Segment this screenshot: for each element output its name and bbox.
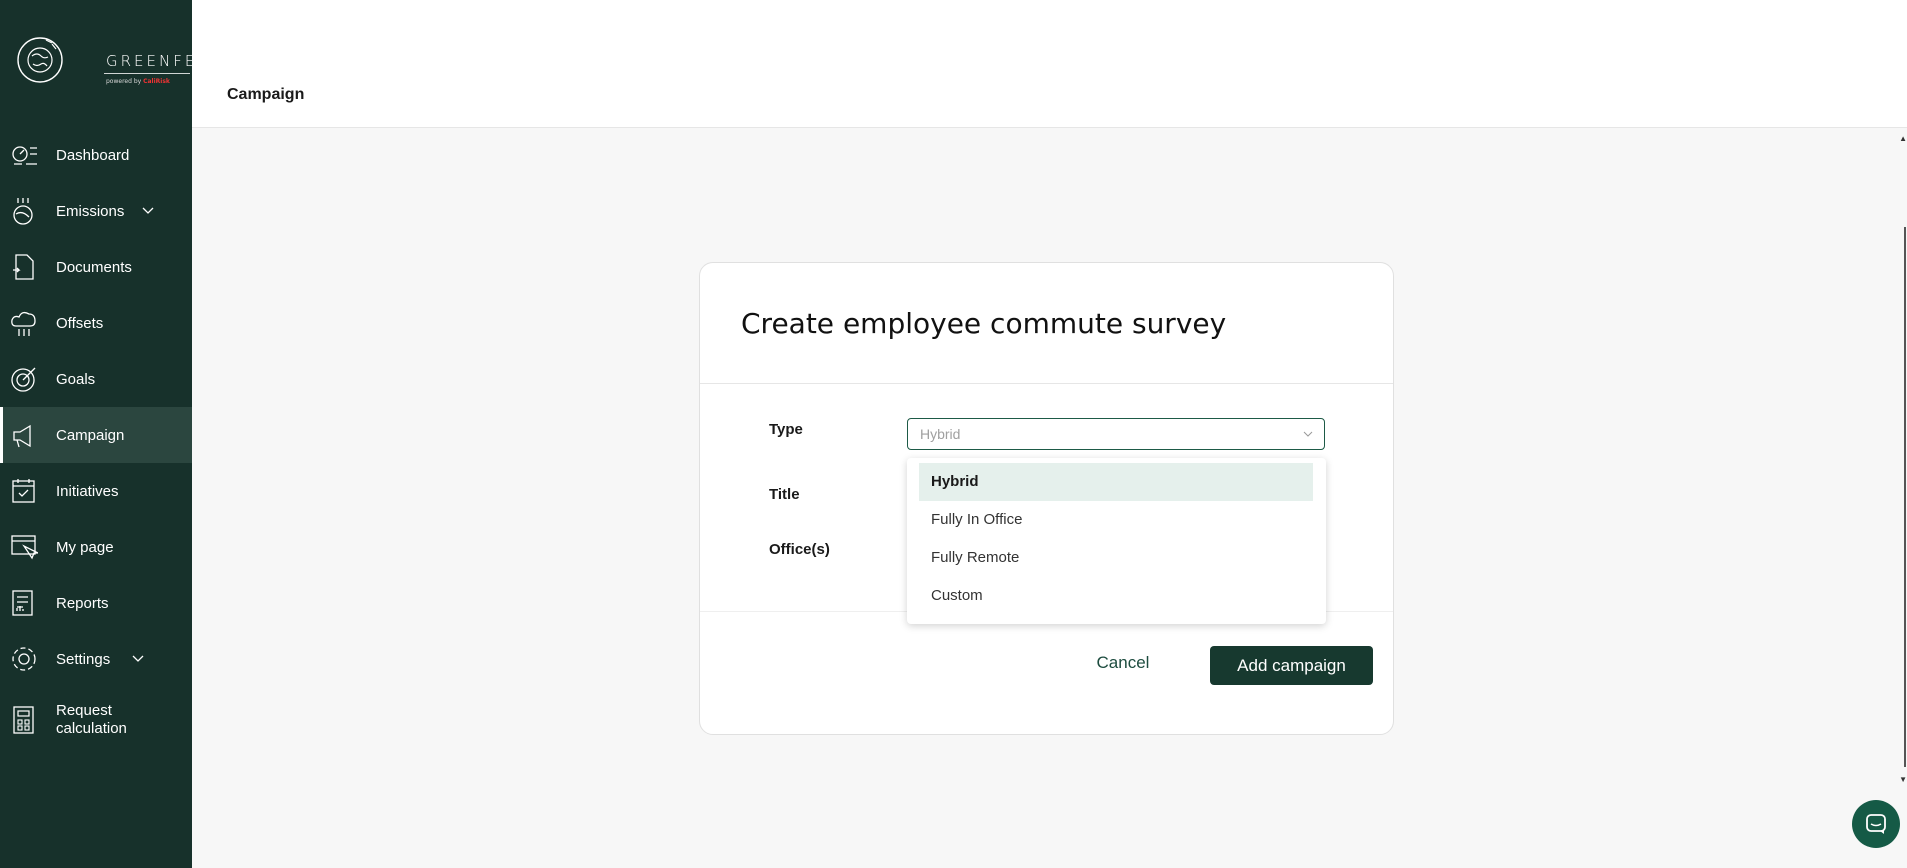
chevron-down-icon bbox=[1303, 431, 1313, 437]
megaphone-icon bbox=[13, 424, 31, 448]
sidebar-item-initiatives[interactable]: Initiatives bbox=[0, 463, 192, 519]
target-icon bbox=[11, 367, 36, 392]
sidebar-item-label: Initiatives bbox=[56, 482, 119, 500]
browser-cursor-icon bbox=[11, 535, 38, 560]
create-survey-modal: Create employee commute survey Type Hybr… bbox=[699, 262, 1394, 735]
sidebar-item-label: Dashboard bbox=[56, 146, 130, 164]
brand-divider bbox=[104, 73, 190, 74]
sidebar-item-emissions[interactable]: Emissions bbox=[0, 183, 192, 239]
sidebar-item-label: Campaign bbox=[56, 426, 125, 444]
sidebar-item-label: Reports bbox=[56, 594, 109, 612]
sidebar: GREENFEET powered by CaliRisk Dashboard … bbox=[0, 0, 219, 868]
sidebar-item-label: Emissions bbox=[56, 202, 125, 220]
chevron-down-icon[interactable] bbox=[131, 651, 145, 665]
scroll-down-arrow-icon[interactable]: ▼ bbox=[1899, 775, 1907, 784]
scrollbar-thumb[interactable] bbox=[1904, 227, 1906, 767]
add-campaign-button[interactable]: Add campaign bbox=[1210, 646, 1373, 685]
page-title: Campaign bbox=[227, 86, 305, 103]
report-icon bbox=[12, 590, 33, 616]
sidebar-item-label: My page bbox=[56, 538, 114, 556]
sidebar-item-reports[interactable]: Reports bbox=[0, 575, 192, 631]
dropdown-option-custom[interactable]: Custom bbox=[919, 577, 1313, 615]
sidebar-item-dashboard[interactable]: Dashboard bbox=[0, 127, 192, 183]
sidebar-item-request-calculation[interactable]: Request calculation bbox=[0, 687, 192, 753]
sidebar-item-label: Offsets bbox=[56, 314, 104, 332]
chat-icon bbox=[1866, 814, 1886, 834]
sidebar-item-offsets[interactable]: Offsets bbox=[0, 295, 192, 351]
page-header: Campaign bbox=[192, 0, 1907, 128]
greenfeet-logo[interactable]: GREENFEET powered by CaliRisk bbox=[16, 36, 219, 94]
offices-label: Office(s) bbox=[769, 541, 830, 558]
sidebar-item-goals[interactable]: Goals bbox=[0, 351, 192, 407]
type-label: Type bbox=[769, 421, 803, 438]
gear-icon bbox=[12, 647, 36, 671]
type-select-value: Hybrid bbox=[920, 426, 961, 442]
scrollbar[interactable] bbox=[1901, 127, 1907, 868]
dashboard-icon bbox=[12, 146, 37, 165]
globe-logo-icon bbox=[17, 37, 63, 83]
type-select[interactable]: Hybrid bbox=[907, 418, 1325, 450]
cloud-co2-icon bbox=[11, 311, 36, 336]
divider bbox=[700, 383, 1393, 384]
dropdown-option-fully-in-office[interactable]: Fully In Office bbox=[919, 501, 1313, 539]
sidebar-item-label: Documents bbox=[56, 258, 132, 276]
modal-title: Create employee commute survey bbox=[741, 307, 1227, 340]
sidebar-item-label: Request calculation bbox=[56, 702, 127, 737]
sidebar-item-campaign[interactable]: Campaign bbox=[0, 407, 192, 463]
dropdown-option-hybrid[interactable]: Hybrid bbox=[919, 463, 1313, 501]
title-label: Title bbox=[769, 486, 800, 503]
sidebar-item-settings[interactable]: Settings bbox=[0, 631, 192, 687]
sidebar-item-label: Settings bbox=[56, 650, 111, 668]
calendar-check-icon bbox=[12, 479, 35, 503]
cancel-button[interactable]: Cancel bbox=[1078, 644, 1168, 682]
type-dropdown-menu: Hybrid Fully In Office Fully Remote Cust… bbox=[907, 458, 1326, 624]
calculator-icon bbox=[13, 706, 34, 734]
powered-by: powered by CaliRisk bbox=[106, 78, 170, 85]
document-icon bbox=[13, 254, 34, 280]
emissions-icon bbox=[13, 198, 33, 225]
chat-launcher-button[interactable] bbox=[1852, 800, 1900, 848]
sidebar-item-my-page[interactable]: My page bbox=[0, 519, 192, 575]
sidebar-item-documents[interactable]: Documents bbox=[0, 239, 192, 295]
dropdown-option-fully-remote[interactable]: Fully Remote bbox=[919, 539, 1313, 577]
sidebar-nav: Dashboard Emissions Documents Offsets Go… bbox=[0, 127, 192, 753]
scroll-up-arrow-icon[interactable]: ▲ bbox=[1899, 134, 1907, 143]
sidebar-item-label: Goals bbox=[56, 370, 96, 388]
chevron-down-icon[interactable] bbox=[141, 203, 155, 217]
